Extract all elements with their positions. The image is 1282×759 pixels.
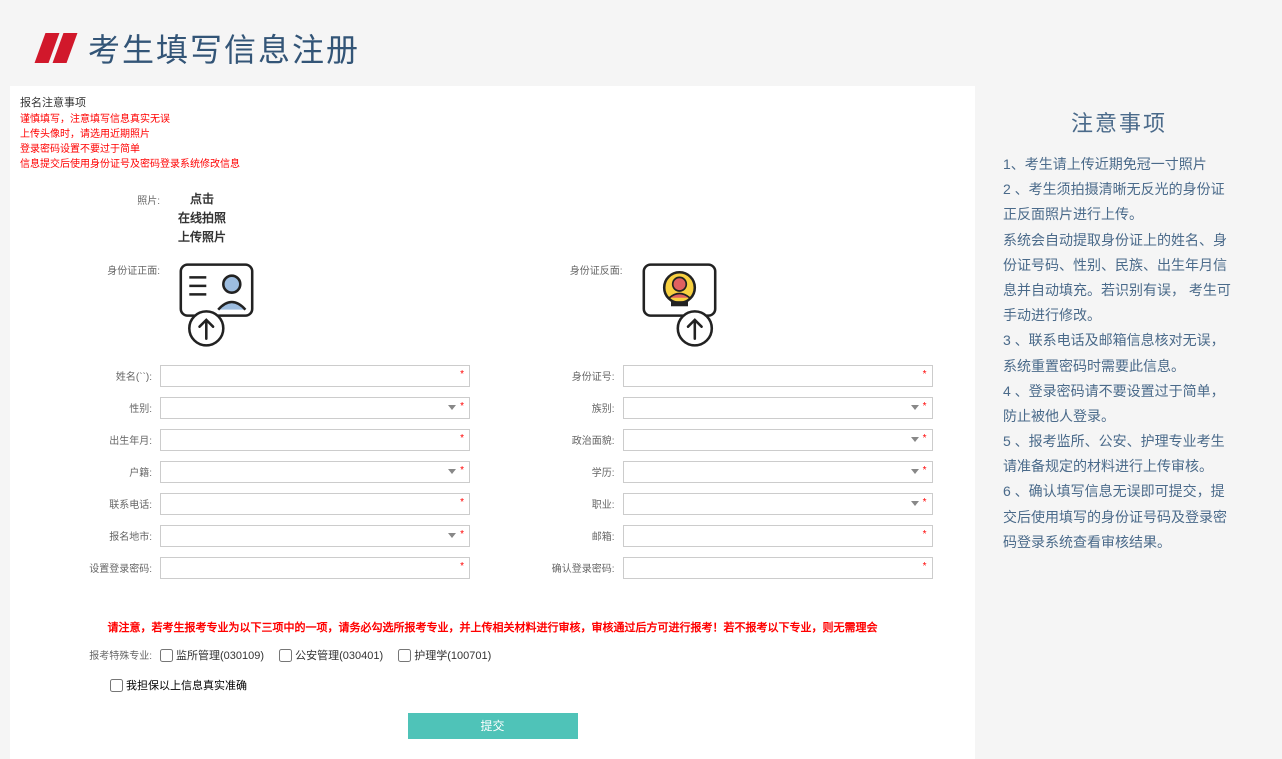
idcard-front-label: 身份证正面: (10, 260, 160, 355)
political-label: 政治面貌: (493, 432, 623, 447)
idcard-back-upload[interactable] (637, 260, 722, 355)
email-label: 邮箱: (493, 528, 623, 543)
phone-label: 联系电话: (10, 496, 160, 511)
confirm-checkbox[interactable] (110, 679, 123, 692)
major-checkbox-3[interactable] (398, 649, 411, 662)
ethnic-select[interactable] (623, 397, 933, 419)
submit-button[interactable]: 提交 (408, 713, 578, 739)
notice-line: 信息提交后使用身份证号及密码登录系统修改信息 (10, 157, 975, 172)
photo-upload-text: 点击 (178, 190, 226, 209)
ethnic-label: 族别: (493, 400, 623, 415)
side-note: 4 、登录密码请不要设置过于简单，防止被他人登录。 (1003, 379, 1235, 429)
notice-line: 谨慎填写，注意填写信息真实无误 (10, 112, 975, 127)
notice-heading: 报名注意事项 (10, 94, 975, 112)
notice-side-panel: 注意事项 1、考生请上传近期免冠一寸照片 2 、考生须拍摄清晰无反光的身份证正反… (975, 86, 1255, 759)
gender-label: 性别: (10, 400, 160, 415)
notice-line: 登录密码设置不要过于简单 (10, 142, 975, 157)
side-note: 6 、确认填写信息无误即可提交，提交后使用填写的身份证号码及登录密码登录系统查看… (1003, 479, 1235, 555)
huji-select[interactable] (160, 461, 470, 483)
photo-upload-text: 在线拍照 (178, 209, 226, 228)
side-note: 1、考生请上传近期免冠一寸照片 (1003, 152, 1235, 177)
password-confirm-label: 确认登录密码: (493, 560, 623, 575)
form-panel: 报名注意事项 谨慎填写，注意填写信息真实无误 上传头像时，请选用近期照片 登录密… (10, 86, 975, 759)
password-confirm-input[interactable] (623, 557, 933, 579)
gender-select[interactable] (160, 397, 470, 419)
birth-input[interactable] (160, 429, 470, 451)
special-major-label: 报考特殊专业: (10, 647, 160, 662)
major-checkbox-2[interactable] (279, 649, 292, 662)
side-note: 系统会自动提取身份证上的姓名、身份证号码、性别、民族、出生年月信息并自动填充。若… (1003, 228, 1235, 329)
major-option[interactable]: 监所管理(030109) (160, 650, 264, 662)
email-input[interactable] (623, 525, 933, 547)
idcard-front-icon (174, 260, 259, 350)
side-note: 5 、报考监所、公安、护理专业考生请准备规定的材料进行上传审核。 (1003, 429, 1235, 479)
huji-label: 户籍: (10, 464, 160, 479)
phone-input[interactable] (160, 493, 470, 515)
major-option[interactable]: 护理学(100701) (398, 650, 491, 662)
addr-select[interactable] (160, 525, 470, 547)
photo-label: 照片: (120, 190, 160, 248)
name-label: 姓名(``): (10, 368, 160, 383)
edu-label: 学历: (493, 464, 623, 479)
notice-line: 上传头像时，请选用近期照片 (10, 127, 975, 142)
major-option[interactable]: 公安管理(030401) (279, 650, 383, 662)
idcard-back-label: 身份证反面: (493, 260, 623, 355)
page-title: 考生填写信息注册 (88, 25, 360, 71)
job-select[interactable] (623, 493, 933, 515)
photo-upload-text: 上传照片 (178, 228, 226, 247)
photo-upload-button[interactable]: 点击 在线拍照 上传照片 (178, 190, 226, 248)
edu-select[interactable] (623, 461, 933, 483)
idcard-back-icon (637, 260, 722, 350)
idno-input[interactable] (623, 365, 933, 387)
password-input[interactable] (160, 557, 470, 579)
name-input[interactable] (160, 365, 470, 387)
birth-label: 出生年月: (10, 432, 160, 447)
logo-icon (40, 33, 76, 63)
major-checkbox-1[interactable] (160, 649, 173, 662)
job-label: 职业: (493, 496, 623, 511)
idcard-front-upload[interactable] (174, 260, 259, 355)
confirm-accuracy[interactable]: 我担保以上信息真实准确 (110, 680, 247, 692)
side-note: 3 、联系电话及邮箱信息核对无误，系统重置密码时需要此信息。 (1003, 328, 1235, 378)
password-label: 设置登录密码: (10, 560, 160, 575)
side-title: 注意事项 (1003, 106, 1235, 138)
idno-label: 身份证号: (493, 368, 623, 383)
special-major-warning: 请注意，若考生报考专业为以下三项中的一项，请务必勾选所报考专业，并上传相关材料进… (10, 619, 975, 635)
political-select[interactable] (623, 429, 933, 451)
page-header: 考生填写信息注册 (0, 0, 1282, 86)
side-note: 2 、考生须拍摄清晰无反光的身份证正反面照片进行上传。 (1003, 177, 1235, 227)
addr-label: 报名地市: (10, 528, 160, 543)
